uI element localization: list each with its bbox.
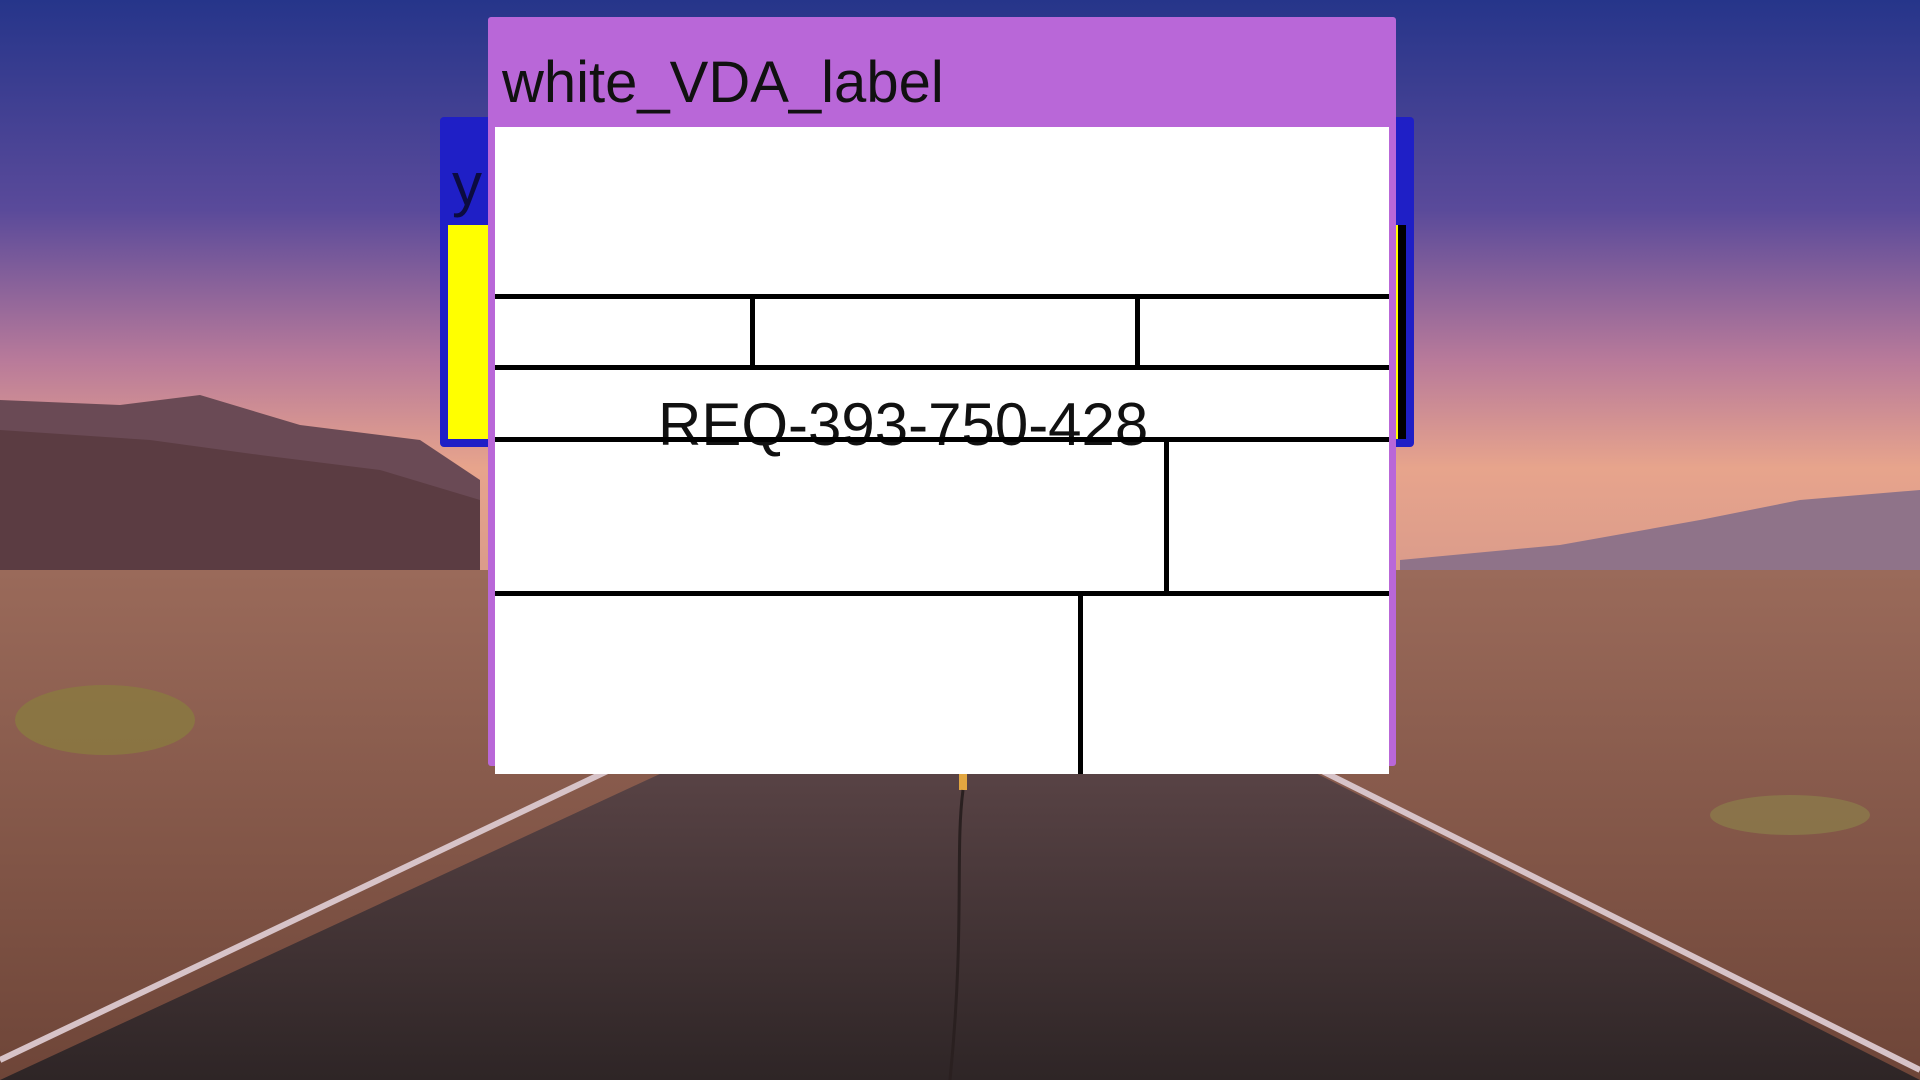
form-column-divider [1164,441,1169,591]
white-vda-label-window[interactable]: white_VDA_label REQ-393-750-428 [488,17,1396,774]
form-row-divider [495,365,1389,370]
form-row-divider [495,437,1389,442]
vda-label-form: REQ-393-750-428 [495,127,1389,774]
form-row-divider [495,294,1389,299]
background-window-title: y [452,151,482,218]
form-column-divider [1135,297,1140,365]
request-id-field: REQ-393-750-428 [495,387,1389,462]
form-column-divider [1078,595,1083,774]
form-column-divider [750,297,755,365]
form-row-divider [495,591,1389,596]
window-title: white_VDA_label [502,50,944,115]
request-id: REQ-393-750-428 [658,391,1149,458]
